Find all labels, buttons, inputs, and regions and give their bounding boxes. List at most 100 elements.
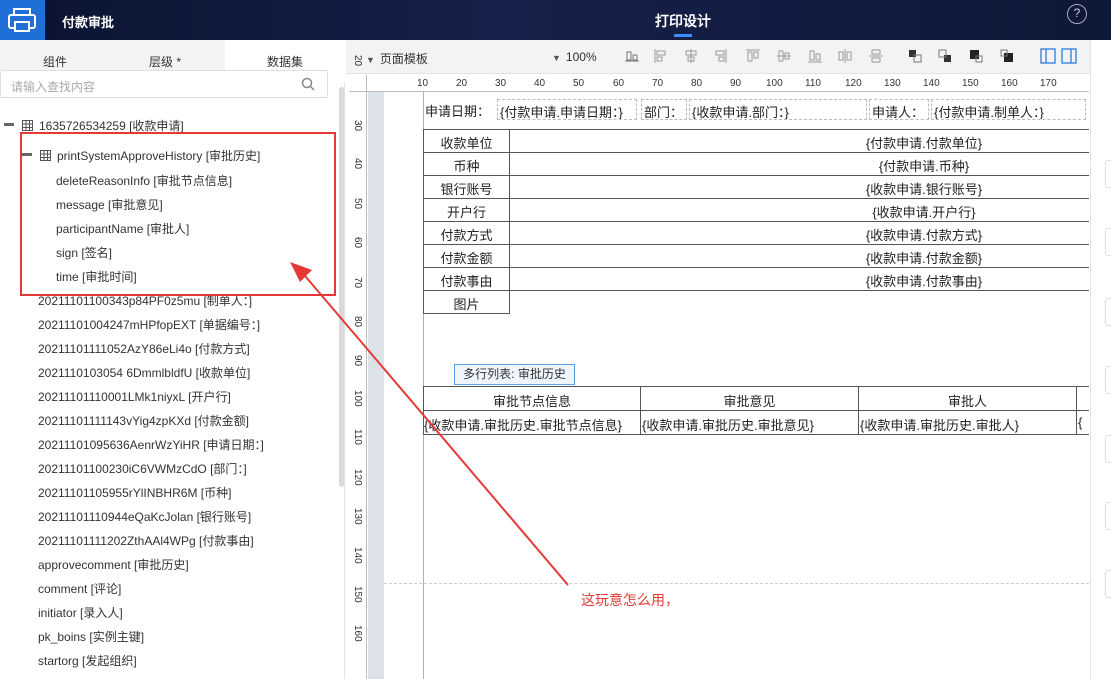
app-header: 付款审批 打印设计 ?	[0, 0, 1111, 40]
table-row-label[interactable]: 收款单位	[424, 133, 509, 152]
search-icon[interactable]	[301, 77, 315, 91]
property-input[interactable]	[1105, 228, 1111, 256]
table-border	[423, 386, 1089, 387]
table-row-value[interactable]: {付款申请.币种}	[760, 156, 1088, 175]
tree-field[interactable]: 2021110103054 6DmmlbldfU [收款单位]	[38, 364, 250, 384]
zoom-dropdown[interactable]: ▼ 100%	[552, 50, 597, 64]
history-header[interactable]: 审批节点信息	[424, 391, 640, 410]
label-department[interactable]: 部门：	[641, 99, 687, 120]
history-header[interactable]: 审批人	[859, 391, 1076, 410]
ruler-tick: 80	[691, 78, 703, 89]
field-apply-date[interactable]: {付款申请.申请日期：}	[497, 99, 637, 120]
table-row-value[interactable]: {收款申请.付款方式}	[760, 225, 1088, 244]
table-row-label[interactable]: 开户行	[424, 202, 509, 221]
ruler-tick: 130	[352, 508, 363, 525]
table-row-value[interactable]: {收款申请.付款事由}	[760, 271, 1088, 290]
distribute-vertical-icon[interactable]	[868, 48, 884, 64]
ruler-corner	[349, 75, 367, 92]
table-border	[423, 244, 1089, 245]
design-toolbar: ▼ 页面模板 ▼ 100%	[346, 40, 1111, 74]
bring-to-front-icon[interactable]	[968, 48, 984, 64]
table-row-value[interactable]: {收款申请.付款金额}	[760, 248, 1088, 267]
align-bottom-edge-icon[interactable]	[807, 48, 823, 64]
align-middle-icon[interactable]	[776, 48, 792, 64]
distribute-horizontal-icon[interactable]	[837, 48, 853, 64]
table-border	[423, 152, 1089, 153]
table-border	[423, 434, 1089, 435]
left-scrollbar[interactable]	[339, 87, 344, 487]
property-input[interactable]	[1105, 435, 1111, 463]
align-right-icon[interactable]	[712, 48, 728, 64]
property-input[interactable]	[1105, 502, 1111, 530]
table-row-value[interactable]: {付款申请.付款单位}	[760, 133, 1088, 152]
property-input[interactable]	[1105, 298, 1111, 326]
printer-icon	[8, 8, 36, 32]
template-dropdown[interactable]: ▼ 页面模板	[366, 50, 428, 67]
tree-field[interactable]: comment [评论]	[38, 580, 121, 600]
align-bottom-icon[interactable]	[624, 48, 640, 64]
table-border	[423, 313, 510, 314]
bring-forward-icon[interactable]	[907, 48, 923, 64]
send-backward-icon[interactable]	[937, 48, 953, 64]
property-input[interactable]	[1105, 570, 1111, 598]
tree-field[interactable]: 20211101110944eQaKcJolan [银行账号]	[38, 508, 251, 528]
ruler-vertical: 20 30 40 50 60 70 80 90 100 110 120 130 …	[349, 55, 367, 679]
multi-row-list-tag[interactable]: 多行列表: 审批历史	[454, 364, 575, 385]
align-top-icon[interactable]	[745, 48, 761, 64]
tree-field[interactable]: pk_boins [实例主键]	[38, 628, 144, 648]
template-label: 页面模板	[379, 52, 428, 66]
tree-field[interactable]: 20211101100230iC6VWMzCdO [部门：]	[38, 460, 247, 480]
history-value[interactable]: {收款申请.审批历史.审批意见}	[642, 415, 858, 434]
tree-field[interactable]: 20211101105955rYlINBHR6M [币种]	[38, 484, 231, 504]
ruler-tick: 80	[352, 316, 363, 328]
tree-field[interactable]: 20211101110001LMk1niyxL [开户行]	[38, 388, 231, 408]
property-input[interactable]	[1105, 160, 1111, 188]
search-box[interactable]: 请输入查找内容	[0, 70, 328, 98]
ruler-tick: 70	[652, 78, 664, 89]
history-value[interactable]: {收款申请.审批历史.审批节点信息}	[424, 415, 640, 434]
tree-field[interactable]: 20211101095636AenrWzYiHR [申请日期：]	[38, 436, 264, 456]
app-logo[interactable]	[0, 0, 45, 40]
table-row-label[interactable]: 银行账号	[424, 179, 509, 198]
history-value[interactable]: {	[1078, 415, 1089, 430]
table-row-label[interactable]: 付款金额	[424, 248, 509, 267]
layout-split-left-icon[interactable]	[1040, 48, 1056, 64]
label-applicant[interactable]: 申请人：	[869, 99, 929, 120]
table-row-label[interactable]: 付款方式	[424, 225, 509, 244]
table-row-label[interactable]: 付款事由	[424, 271, 509, 290]
history-header[interactable]: 审批意见	[641, 391, 858, 410]
table-row-label[interactable]: 币种	[424, 156, 509, 175]
align-left-icon[interactable]	[653, 48, 669, 64]
send-to-back-icon[interactable]	[999, 48, 1015, 64]
collapse-icon[interactable]: ▬	[4, 118, 14, 129]
table-border	[423, 290, 1089, 291]
ruler-tick: 120	[845, 78, 862, 89]
property-input[interactable]	[1105, 366, 1111, 394]
tree-field[interactable]: startorg [发起组织]	[38, 652, 137, 672]
field-applicant[interactable]: {付款申请.制单人：}	[931, 99, 1086, 120]
ruler-tick: 20	[456, 78, 468, 89]
table-row-value[interactable]: {收款申请.开户行}	[760, 202, 1088, 221]
table-row-value[interactable]: {收款申请.银行账号}	[760, 179, 1088, 198]
ruler-tick: 100	[766, 78, 783, 89]
tree-field[interactable]: approvecomment [审批历史]	[38, 556, 189, 576]
table-border	[423, 198, 1089, 199]
zoom-label: 100%	[565, 50, 597, 64]
ruler-tick: 70	[352, 277, 363, 289]
field-department[interactable]: {收款申请.部门：}	[689, 99, 867, 120]
help-icon[interactable]: ?	[1067, 4, 1087, 24]
layout-split-right-icon[interactable]	[1061, 48, 1077, 64]
left-panel: 组件 层级 * 数据集 请输入查找内容 ▬ 1635726534259 [收款申…	[0, 40, 345, 679]
ruler-tick: 140	[352, 547, 363, 564]
ruler-tick: 90	[352, 355, 363, 367]
table-row-label[interactable]: 图片	[424, 294, 509, 313]
align-center-icon[interactable]	[683, 48, 699, 64]
label-apply-date[interactable]: 申请日期：	[425, 101, 490, 120]
tree-field[interactable]: 20211101004247mHPfopEXT [单据编号：]	[38, 316, 260, 336]
tree-field[interactable]: 20211101111143vYig4zpKXd [付款金额]	[38, 412, 249, 432]
tree-field[interactable]: 20211101111052AzY86eLi4o [付款方式]	[38, 340, 250, 360]
annotation-highlight-box	[20, 132, 336, 296]
history-value[interactable]: {收款申请.审批历史.审批人}	[860, 415, 1076, 434]
tree-field[interactable]: 20211101111202ZthAAl4WPg [付款事由]	[38, 532, 254, 552]
tree-field[interactable]: initiator [录入人]	[38, 604, 123, 624]
